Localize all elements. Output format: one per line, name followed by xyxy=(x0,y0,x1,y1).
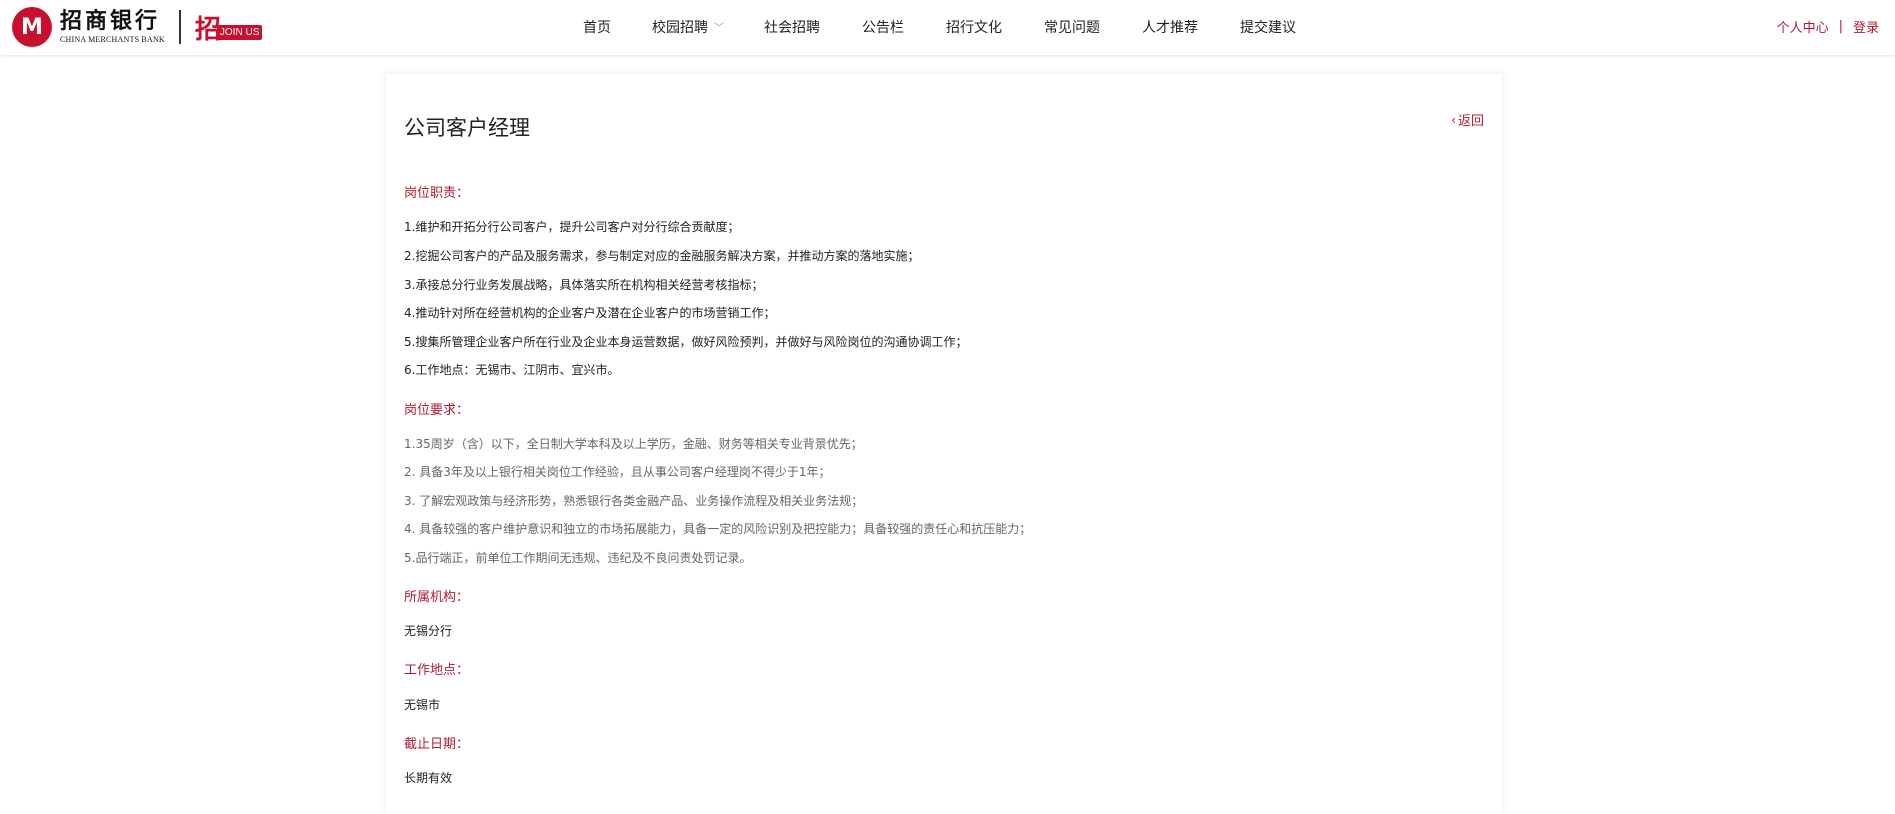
requirement-item: 3. 了解宏观政策与经济形势，熟悉银行各类金融产品、业务操作流程及相关业务法规； xyxy=(404,494,864,508)
user-links: 个人中心 | 登录 xyxy=(1777,17,1879,36)
nav-item-campus-recruit[interactable]: 校园招聘 ﹀ xyxy=(652,17,724,37)
duty-item: 6.工作地点：无锡市、江阴市、宜兴市。 xyxy=(404,363,620,377)
chevron-down-icon: ﹀ xyxy=(714,23,724,34)
back-button[interactable]: ‹ 返回 xyxy=(1451,110,1484,130)
requirement-item: 5.品行端正，前单位工作期间无违规、违纪及不良问责处罚记录。 xyxy=(404,551,752,565)
nav-item-bulletin[interactable]: 公告栏 xyxy=(862,17,904,37)
requirement-item: 1.35周岁（含）以下，全日制大学本科及以上学历，金融、财务等相关专业背景优先； xyxy=(404,437,863,451)
deadline-label: 截止日期： xyxy=(404,737,470,752)
chevron-left-icon: ‹ xyxy=(1451,112,1456,127)
location-label: 工作地点： xyxy=(404,663,470,678)
nav-item-social-recruit[interactable]: 社会招聘 xyxy=(764,17,820,37)
deadline-value: 长期有效 xyxy=(404,771,453,785)
duty-item: 2.挖掘公司客户的产品及服务需求，参与制定对应的金融服务解决方案，并推动方案的落… xyxy=(404,249,920,263)
org-label: 所属机构： xyxy=(404,590,470,605)
requirements-label: 岗位要求： xyxy=(404,403,470,418)
site-header: M 招商银行 CHINA MERCHANTS BANK 招 JOIN US 首页… xyxy=(0,0,1895,55)
nav-item-feedback[interactable]: 提交建议 xyxy=(1240,17,1296,37)
nav-item-referral[interactable]: 人才推荐 xyxy=(1142,17,1198,37)
nav-item-faq[interactable]: 常见问题 xyxy=(1044,17,1100,37)
duty-item: 4.推动针对所在经营机构的企业客户及潜在企业客户的市场营销工作； xyxy=(404,306,776,320)
requirement-item: 4. 具备较强的客户维护意识和独立的市场拓展能力，具备一定的风险识别及把控能力；… xyxy=(404,522,1032,536)
login-link[interactable]: 登录 xyxy=(1853,17,1879,36)
duties-label: 岗位职责： xyxy=(404,186,470,201)
job-title: 公司客户经理 xyxy=(404,116,530,140)
org-value: 无锡分行 xyxy=(404,624,453,638)
nav-item-label: 校园招聘 xyxy=(652,20,708,36)
job-detail-card: 公司客户经理 ‹ 返回 岗位职责： 1.维护和开拓分行公司客户，提升公司客户对分… xyxy=(386,74,1502,814)
duty-item: 1.维护和开拓分行公司客户，提升公司客户对分行综合贡献度； xyxy=(404,220,740,234)
location-value: 无锡市 xyxy=(404,698,441,712)
main-nav: 首页 校园招聘 ﹀ 社会招聘 公告栏 招行文化 常见问题 人才推荐 提交建议 xyxy=(0,0,1895,55)
user-center-link[interactable]: 个人中心 xyxy=(1777,17,1829,36)
duty-item: 3.承接总分行业务发展战略，具体落实所在机构相关经营考核指标； xyxy=(404,278,764,292)
requirement-item: 2. 具备3年及以上银行相关岗位工作经验，且从事公司客户经理岗不得少于1年； xyxy=(404,465,831,479)
link-separator: | xyxy=(1838,19,1843,34)
nav-item-home[interactable]: 首页 xyxy=(583,17,611,37)
back-label: 返回 xyxy=(1457,114,1484,129)
duty-item: 5.搜集所管理企业客户所在行业及企业本身运营数据，做好风险预判，并做好与风险岗位… xyxy=(404,335,968,349)
nav-item-culture[interactable]: 招行文化 xyxy=(946,17,1002,37)
